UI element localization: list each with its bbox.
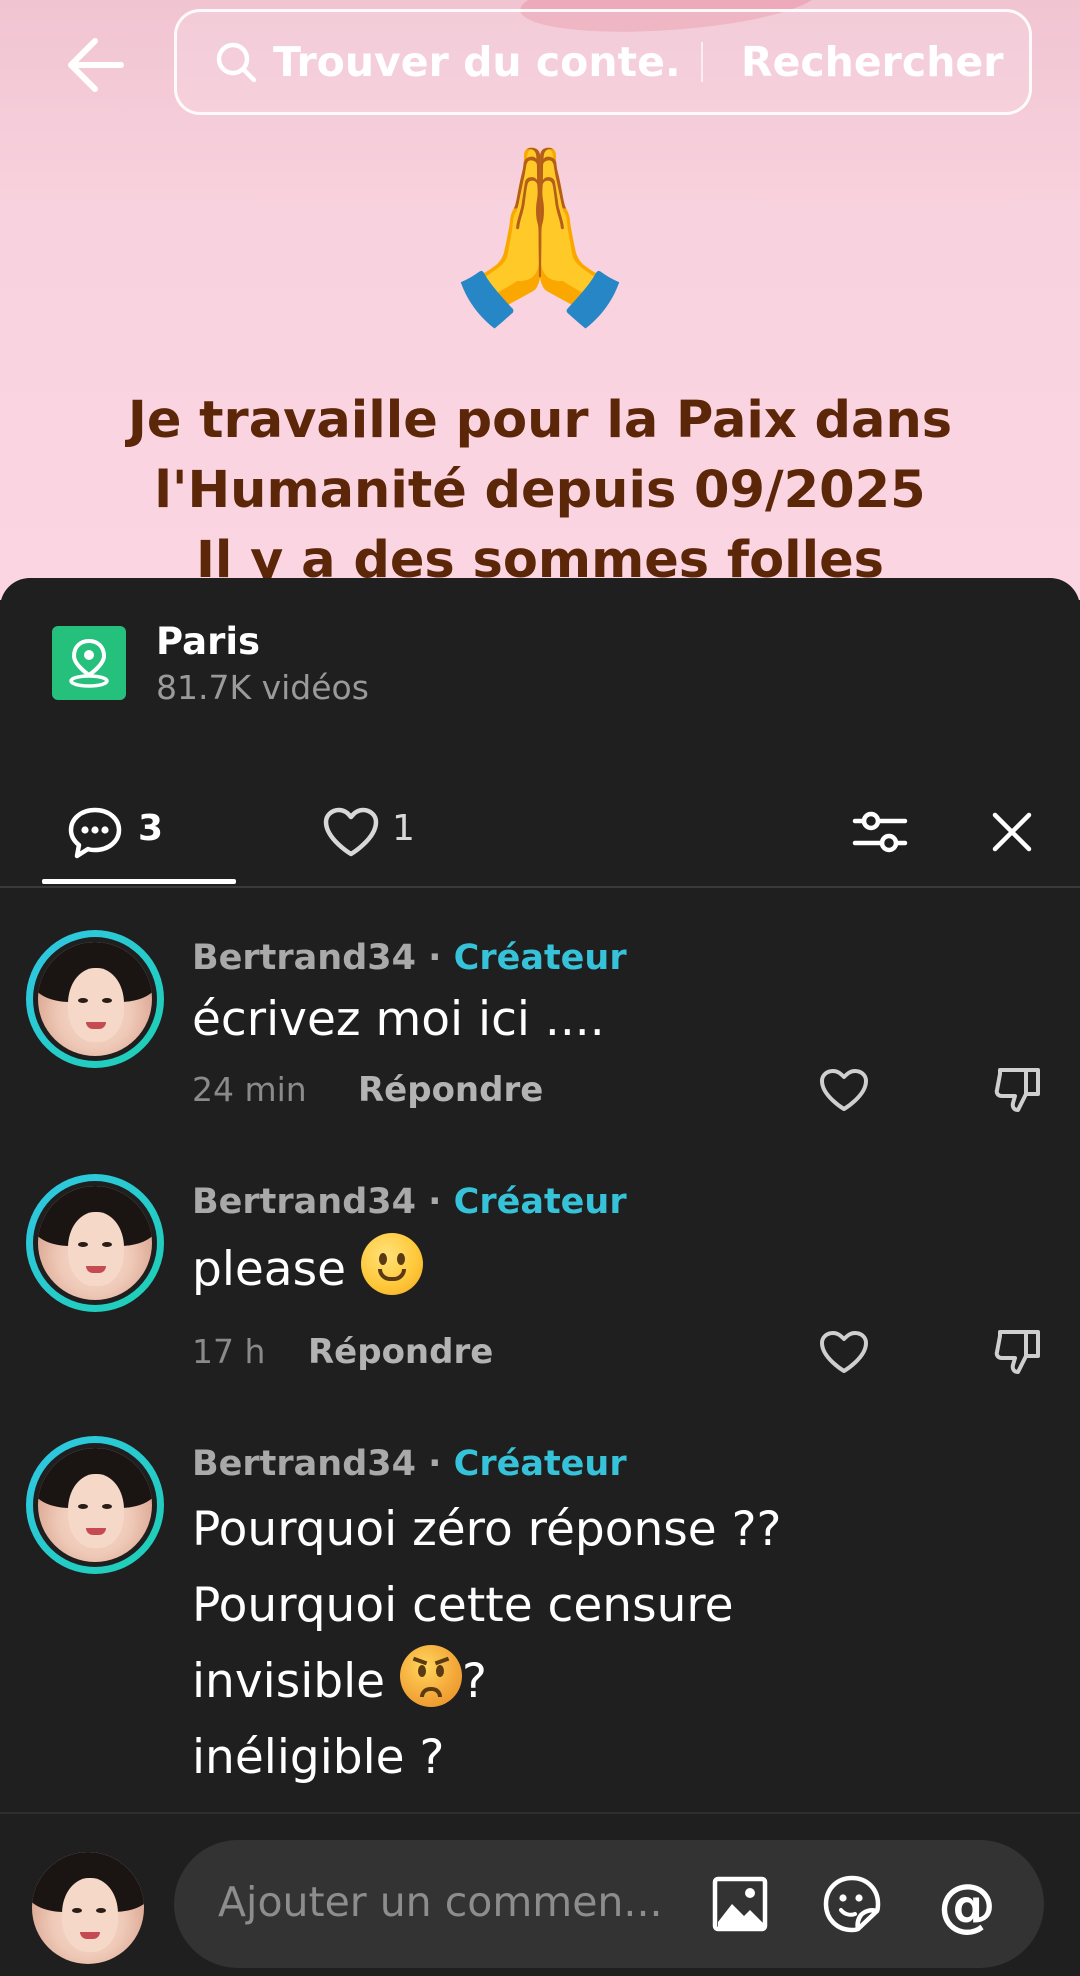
heart-outline-icon <box>820 1331 868 1373</box>
comment-username[interactable]: Bertrand34 <box>192 1444 416 1484</box>
mention-button[interactable]: @ <box>932 1870 1002 1940</box>
search-input[interactable]: Trouver du conte... <box>273 38 683 86</box>
search-divider <box>701 42 703 82</box>
comment-header: Bertrand34 · Créateur <box>192 1444 627 1484</box>
like-button[interactable] <box>814 1322 874 1382</box>
comment-text-line: invisible ? <box>192 1644 781 1720</box>
like-button[interactable] <box>814 1060 874 1120</box>
tabs-divider <box>0 886 1080 888</box>
creator-badge: Créateur <box>453 1444 627 1484</box>
sticker-button[interactable] <box>820 1872 884 1936</box>
comment-timestamp: 17 h <box>192 1332 266 1371</box>
image-icon <box>712 1876 768 1932</box>
search-button[interactable]: Rechercher <box>741 38 1003 86</box>
filter-button[interactable] <box>848 804 912 860</box>
comment-text-line: Pourquoi zéro réponse ?? <box>192 1502 782 1557</box>
comment-input[interactable]: Ajouter un commen... @ <box>174 1840 1044 1968</box>
praying-hands-emoji: 🙏 <box>434 136 646 334</box>
comment-text-line: Pourquoi cette censure <box>192 1578 734 1633</box>
comment-input-placeholder: Ajouter un commen... <box>218 1878 663 1926</box>
video-caption: Je travaille pour la Paix dans l'Humanit… <box>0 386 1080 596</box>
dislike-button[interactable] <box>988 1322 1048 1382</box>
heart-icon <box>322 806 380 862</box>
creator-badge: Créateur <box>453 938 627 978</box>
thumbs-down-icon <box>994 1068 1040 1112</box>
reply-button[interactable]: Répondre <box>308 1332 493 1372</box>
comment-text-fragment: invisible <box>192 1654 386 1709</box>
close-icon <box>992 812 1032 852</box>
location-video-count: 81.7K vidéos <box>156 668 369 707</box>
likes-count: 1 <box>392 808 415 849</box>
tab-likes[interactable]: 1 <box>320 774 440 884</box>
comment-tabs: 3 1 <box>0 774 1080 884</box>
creator-badge: Créateur <box>453 1182 627 1222</box>
image-button[interactable] <box>708 1872 772 1936</box>
comment-timestamp: 24 min <box>192 1070 307 1109</box>
caption-line: Je travaille pour la Paix dans <box>127 391 953 450</box>
sliders-icon <box>852 811 908 853</box>
separator-dot: · <box>428 938 442 978</box>
tab-comments[interactable]: 3 <box>42 774 236 884</box>
comment-actions: 17 h Répondre <box>192 1330 1052 1382</box>
comment-header: Bertrand34 · Créateur <box>192 938 627 978</box>
separator-dot: · <box>428 1444 442 1484</box>
active-tab-indicator <box>42 879 236 884</box>
comment-text-fragment: ? <box>462 1654 487 1709</box>
search-bar[interactable]: Trouver du conte... Rechercher <box>174 9 1032 115</box>
caption-line: l'Humanité depuis 09/2025 <box>154 461 926 520</box>
reply-button[interactable]: Répondre <box>358 1070 543 1110</box>
comment-text-line: inéligible ? <box>192 1730 445 1785</box>
comment-composer: Ajouter un commen... @ <box>0 1814 1080 1976</box>
avatar[interactable] <box>26 930 164 1068</box>
smiley-emoji <box>360 1233 423 1295</box>
comment-username[interactable]: Bertrand34 <box>192 938 416 978</box>
search-icon <box>213 39 259 85</box>
close-button[interactable] <box>984 804 1040 860</box>
comments-count: 3 <box>138 808 164 849</box>
comment-text: écrivez moi ici .... <box>192 992 605 1047</box>
location-pin-icon[interactable] <box>52 626 126 700</box>
current-user-avatar[interactable] <box>32 1852 144 1964</box>
comment-text-content: please <box>192 1242 347 1297</box>
back-button[interactable] <box>60 30 130 100</box>
separator-dot: · <box>428 1182 442 1222</box>
avatar[interactable] <box>26 1436 164 1574</box>
arrow-left-icon <box>68 38 124 92</box>
comment-actions: 24 min Répondre <box>192 1068 1052 1120</box>
thumbs-down-icon <box>994 1330 1040 1374</box>
heart-outline-icon <box>820 1069 868 1111</box>
sticker-icon <box>823 1875 881 1933</box>
comment-text: please <box>192 1232 423 1308</box>
comment-bubble-icon <box>66 806 124 864</box>
location-name[interactable]: Paris <box>156 620 260 663</box>
avatar[interactable] <box>26 1174 164 1312</box>
angry-face-emoji <box>400 1645 463 1707</box>
comment-text: Pourquoi zéro réponse ?? Pourquoi cette … <box>192 1492 781 1796</box>
comment-username[interactable]: Bertrand34 <box>192 1182 416 1222</box>
comment-header: Bertrand34 · Créateur <box>192 1182 627 1222</box>
dislike-button[interactable] <box>988 1060 1048 1120</box>
